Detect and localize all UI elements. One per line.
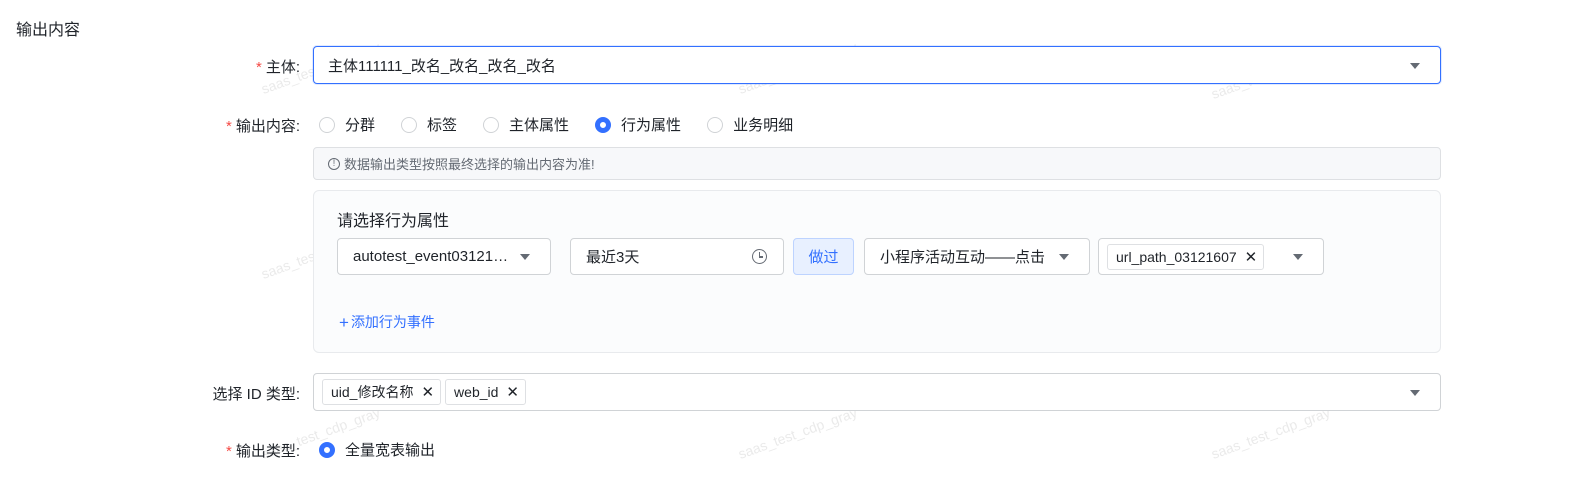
radio-option-business-detail[interactable]: 业务明细	[707, 114, 793, 135]
section-title: 输出内容	[16, 22, 81, 39]
watermark: saas_test_cdp_gray	[736, 404, 860, 462]
close-icon[interactable]: ✕	[421, 383, 434, 401]
add-behavior-event-link[interactable]: + 添加行为事件	[339, 312, 435, 332]
output-content-label: * 输出内容:	[0, 115, 300, 136]
subject-label: * 主体:	[0, 56, 300, 77]
close-icon[interactable]: ✕	[1245, 248, 1258, 266]
id-type-tag-label: web_id	[454, 384, 499, 400]
radio-circle-checked[interactable]	[319, 441, 335, 458]
close-icon[interactable]: ✕	[506, 383, 519, 401]
property-multiselect[interactable]: url_path_03121607 ✕	[1098, 238, 1324, 275]
radio-circle[interactable]	[707, 116, 724, 133]
radio-option-tag[interactable]: 标签	[401, 114, 457, 135]
required-mark: *	[225, 118, 232, 135]
output-type-label: * 输出类型:	[0, 440, 300, 461]
id-type-tag: uid_修改名称 ✕	[322, 379, 442, 405]
output-content-radio-group: 分群 标签 主体属性 行为属性 业务明细	[319, 114, 819, 135]
radio-label: 标签	[427, 117, 458, 134]
radio-option-behavior-attribute[interactable]: 行为属性	[595, 114, 681, 135]
radio-circle-checked[interactable]	[595, 116, 612, 133]
radio-label: 主体属性	[509, 117, 570, 134]
chevron-down-icon	[1410, 63, 1420, 69]
activity-select-value: 小程序活动互动——点击	[880, 249, 1045, 266]
hint-text: 数据输出类型按照最终选择的输出内容为准!	[344, 157, 595, 172]
plus-icon: +	[339, 312, 349, 332]
id-type-multiselect[interactable]: uid_修改名称 ✕ web_id ✕	[313, 373, 1441, 411]
id-type-tag-label: uid_修改名称	[331, 384, 414, 400]
property-tag-label: url_path_03121607	[1116, 248, 1237, 265]
info-hint-banner: ! 数据输出类型按照最终选择的输出内容为准!	[313, 147, 1441, 180]
required-mark: *	[225, 443, 232, 460]
activity-select[interactable]: 小程序活动互动——点击	[864, 238, 1090, 275]
event-select-value: autotest_event03121607	[353, 248, 510, 265]
subject-label-text: 主体:	[265, 59, 300, 76]
chevron-down-icon	[1293, 254, 1303, 260]
radio-label: 行为属性	[621, 117, 682, 134]
output-type-radio-group: 全量宽表输出	[319, 439, 461, 460]
radio-circle[interactable]	[401, 116, 418, 133]
watermark: saas_test_cdp_gray	[1209, 404, 1333, 462]
chevron-down-icon	[1410, 390, 1420, 396]
did-operator-button[interactable]: 做过	[793, 238, 854, 275]
time-range-value: 最近3天	[586, 249, 640, 266]
clock-icon[interactable]	[752, 249, 767, 264]
subject-select[interactable]: 主体111111_改名_改名_改名_改名	[313, 46, 1441, 84]
time-range-picker[interactable]: 最近3天	[570, 238, 784, 275]
output-content-label-text: 输出内容:	[235, 118, 300, 135]
id-type-tag: web_id ✕	[445, 379, 526, 405]
event-select[interactable]: autotest_event03121607	[337, 238, 551, 275]
behavior-panel-title: 请选择行为属性	[337, 213, 450, 230]
id-type-label: 选择 ID 类型:	[0, 383, 300, 404]
radio-option-full-wide-table[interactable]: 全量宽表输出	[319, 439, 435, 460]
subject-select-value: 主体111111_改名_改名_改名_改名	[328, 57, 556, 75]
radio-label: 全量宽表输出	[345, 442, 436, 459]
radio-option-subject-attribute[interactable]: 主体属性	[483, 114, 569, 135]
id-type-label-text: 选择 ID 类型:	[212, 386, 300, 403]
radio-option-segment[interactable]: 分群	[319, 114, 375, 135]
add-behavior-event-label: 添加行为事件	[350, 314, 435, 330]
info-icon: !	[328, 157, 340, 170]
output-type-label-text: 输出类型:	[235, 443, 300, 460]
chevron-down-icon	[1059, 254, 1069, 260]
chevron-down-icon	[520, 254, 530, 260]
radio-circle[interactable]	[483, 116, 500, 133]
required-mark: *	[255, 59, 262, 76]
radio-circle[interactable]	[319, 116, 335, 133]
property-tag: url_path_03121607 ✕	[1107, 243, 1265, 270]
radio-label: 业务明细	[733, 117, 794, 134]
radio-label: 分群	[345, 117, 376, 134]
